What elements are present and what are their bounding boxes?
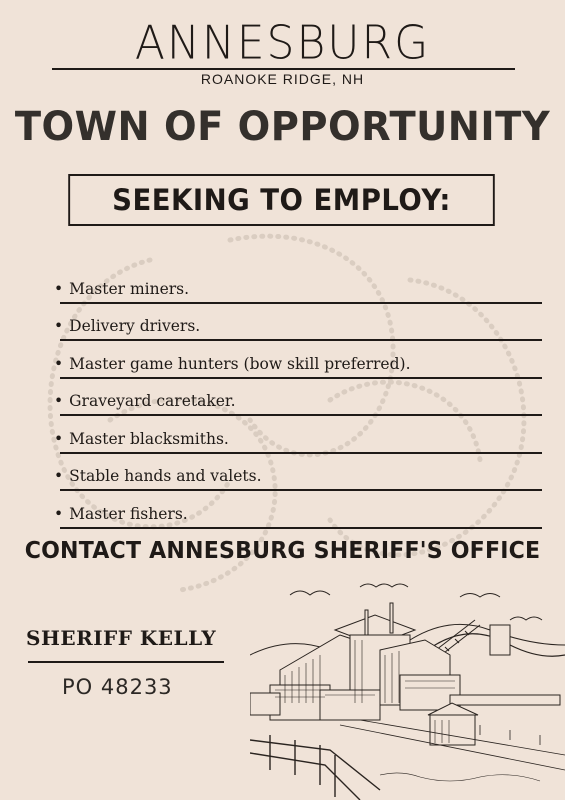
po-box: PO 48233 <box>62 675 173 699</box>
bullet-icon: • <box>54 392 64 410</box>
bullet-icon: • <box>54 504 64 523</box>
job-item: • Graveyard caretaker. <box>54 379 542 416</box>
job-label: Master game hunters (bow skill preferred… <box>69 354 411 373</box>
seeking-label: SEEKING TO EMPLOY: <box>112 183 451 217</box>
bullet-icon: • <box>54 317 64 335</box>
job-item: • Master game hunters (bow skill preferre… <box>54 341 542 379</box>
job-list: • Master miners. • Delivery drivers. • Mast… <box>54 266 542 529</box>
bullet-icon: • <box>54 429 64 448</box>
brand-title: ANNESBURG <box>134 16 431 71</box>
job-item: • Master miners. <box>54 266 542 304</box>
poster: ANNESBURG ROANOKE RIDGE, NH TOWN OF OPPO… <box>0 0 565 800</box>
location-subtitle: ROANOKE RIDGE, NH <box>200 71 365 87</box>
bullet-icon: • <box>54 279 64 298</box>
headline: TOWN OF OPPORTUNITY <box>14 104 551 150</box>
job-underline <box>60 526 542 529</box>
job-item: • Stable hands and valets. <box>54 454 542 491</box>
sheriff-name: SHERIFF KELLY <box>26 626 217 650</box>
brand-divider <box>52 68 515 70</box>
bullet-icon: • <box>54 354 64 373</box>
job-label: Stable hands and valets. <box>69 467 262 485</box>
seeking-box: SEEKING TO EMPLOY: <box>68 174 495 226</box>
job-item: • Master fishers. <box>54 491 542 529</box>
job-label: Master blacksmiths. <box>69 429 229 448</box>
mining-town-sketch-icon <box>250 583 565 800</box>
contact-heading: CONTACT ANNESBURG SHERIFF'S OFFICE <box>24 538 541 564</box>
job-label: Master miners. <box>69 279 190 298</box>
sheriff-divider <box>28 661 224 663</box>
job-item: • Delivery drivers. <box>54 304 542 341</box>
job-item: • Master blacksmiths. <box>54 416 542 454</box>
job-label: Master fishers. <box>69 504 188 523</box>
bullet-icon: • <box>54 467 64 485</box>
job-label: Graveyard caretaker. <box>69 392 236 410</box>
job-label: Delivery drivers. <box>69 317 201 335</box>
